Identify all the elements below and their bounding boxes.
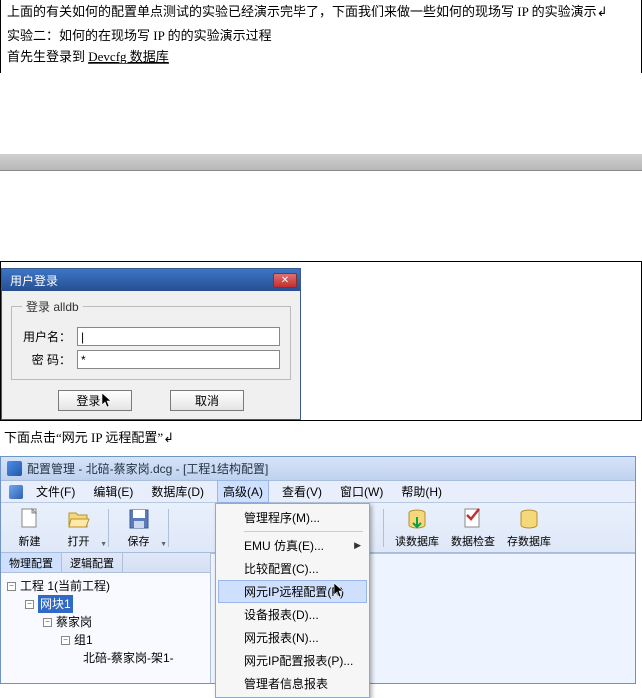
toolbar-separator [168,509,169,547]
menu-bar: 文件(F) 编辑(E) 数据库(D) 高级(A) 查看(V) 窗口(W) 帮助(… [1,481,635,503]
save-db-icon [517,507,541,531]
dd-device-report[interactable]: 设备报表(D)... [218,603,367,626]
menu-database[interactable]: 数据库(D) [146,481,209,502]
password-label: 密 码： [22,351,77,368]
config-manager-window: 配置管理 - 北碚-蔡家岗.dcg - [工程1结构配置] 文件(F) 编辑(E… [0,456,636,684]
screenshot-frame-login: 用户登录 ✕ 登录 alldb 用户名： 密 码： 登录 取消 [0,261,642,421]
tree-view: −工程 1(当前工程) −网块1 −蔡家岗 −组1 北碚-蔡家岗-架1- [1,573,210,671]
toolbar-read-db[interactable]: 读数据库 [391,505,443,551]
menu-help[interactable]: 帮助(H) [396,481,447,502]
tree-site[interactable]: −蔡家岗 [7,613,204,631]
cursor-icon [334,583,346,599]
cancel-button[interactable]: 取消 [170,390,244,411]
dd-compare[interactable]: 比较配置(C)... [218,557,367,580]
save-icon [127,507,151,531]
menu-edit[interactable]: 编辑(E) [88,481,138,502]
tree-project[interactable]: −工程 1(当前工程) [7,577,204,595]
new-icon [18,507,42,531]
check-icon [461,507,485,531]
toolbar-open[interactable]: 打开▼ [56,505,101,551]
toolbar-new[interactable]: 新建 [7,505,52,551]
dd-ne-report[interactable]: 网元报表(N)... [218,626,367,649]
doc-line-3a: 首先生登录到 [7,49,88,64]
tab-logical[interactable]: 逻辑配置 [62,553,123,572]
fieldset-legend: 登录 alldb [22,298,83,315]
collapse-icon[interactable]: − [61,636,70,645]
page-break [0,153,642,171]
login-fieldset: 登录 alldb 用户名： 密 码： [11,298,291,380]
dd-admin-report[interactable]: 管理者信息报表 [218,672,367,695]
dd-emu[interactable]: EMU 仿真(E)...▶ [218,534,367,557]
login-dialog: 用户登录 ✕ 登录 alldb 用户名： 密 码： 登录 取消 [1,268,301,420]
mid-caption: 下面点击“网元 IP 远程配置”↲ [4,427,638,446]
dd-ip-report[interactable]: 网元IP配置报表(P)... [218,649,367,672]
password-input[interactable] [77,350,280,369]
dropdown-arrow-icon: ▼ [160,541,167,548]
login-button[interactable]: 登录 [58,390,132,411]
tab-physical[interactable]: 物理配置 [1,553,62,572]
dd-remote-ip[interactable]: 网元IP远程配置(R) [218,580,367,603]
tabs: 物理配置 逻辑配置 [1,553,210,573]
paragraph-mark: ↲ [597,4,608,19]
doc-line-2: 实验二：如何的在现场写 IP 的的实验演示过程 [7,28,272,43]
toolbar-separator [383,509,384,547]
toolbar-data-check[interactable]: 数据检查 [447,505,499,551]
window-title: 配置管理 - 北碚-蔡家岗.dcg - [工程1结构配置] [27,460,268,477]
dialog-title-bar[interactable]: 用户登录 ✕ [2,269,300,291]
dialog-title: 用户登录 [10,272,58,289]
app-icon [7,461,22,476]
submenu-arrow-icon: ▶ [354,540,361,551]
close-button[interactable]: ✕ [273,273,297,288]
collapse-icon[interactable]: − [7,582,16,591]
dropdown-arrow-icon: ▼ [100,541,107,548]
username-input[interactable] [77,327,280,346]
document-area: 上面的有关如何的配置单点测试的实验已经演示完毕了，下面我们来做一些如何的现场写 … [0,0,642,73]
tree-block[interactable]: −网块1 [7,595,204,613]
menu-advanced[interactable]: 高级(A) [217,480,269,503]
menu-window[interactable]: 窗口(W) [335,481,388,502]
dd-separator [244,531,363,532]
db-name-text: Devcfg 数据库 [88,49,169,64]
menu-view[interactable]: 查看(V) [277,481,327,502]
toolbar-separator [108,509,109,547]
doc-line-1: 上面的有关如何的配置单点测试的实验已经演示完毕了，下面我们来做一些如何的现场写 … [7,4,597,19]
username-label: 用户名： [22,328,77,345]
doc-icon [9,485,23,499]
collapse-icon[interactable]: − [43,618,52,627]
collapse-icon[interactable]: − [25,600,34,609]
read-db-icon [405,507,429,531]
toolbar-save-db[interactable]: 存数据库 [503,505,555,551]
window-title-bar[interactable]: 配置管理 - 北碚-蔡家岗.dcg - [工程1结构配置] [1,457,635,481]
open-icon [67,507,91,531]
tree-group[interactable]: −组1 [7,631,204,649]
side-panel: 物理配置 逻辑配置 −工程 1(当前工程) −网块1 −蔡家岗 −组1 北碚-蔡… [1,553,211,683]
tree-leaf[interactable]: 北碚-蔡家岗-架1- [7,649,204,667]
cursor-icon [102,393,114,409]
menu-file[interactable]: 文件(F) [31,481,80,502]
toolbar-save[interactable]: 保存▼ [116,505,161,551]
dd-management[interactable]: 管理程序(M)... [218,506,367,529]
advanced-dropdown: 管理程序(M)... EMU 仿真(E)...▶ 比较配置(C)... 网元IP… [215,503,370,698]
